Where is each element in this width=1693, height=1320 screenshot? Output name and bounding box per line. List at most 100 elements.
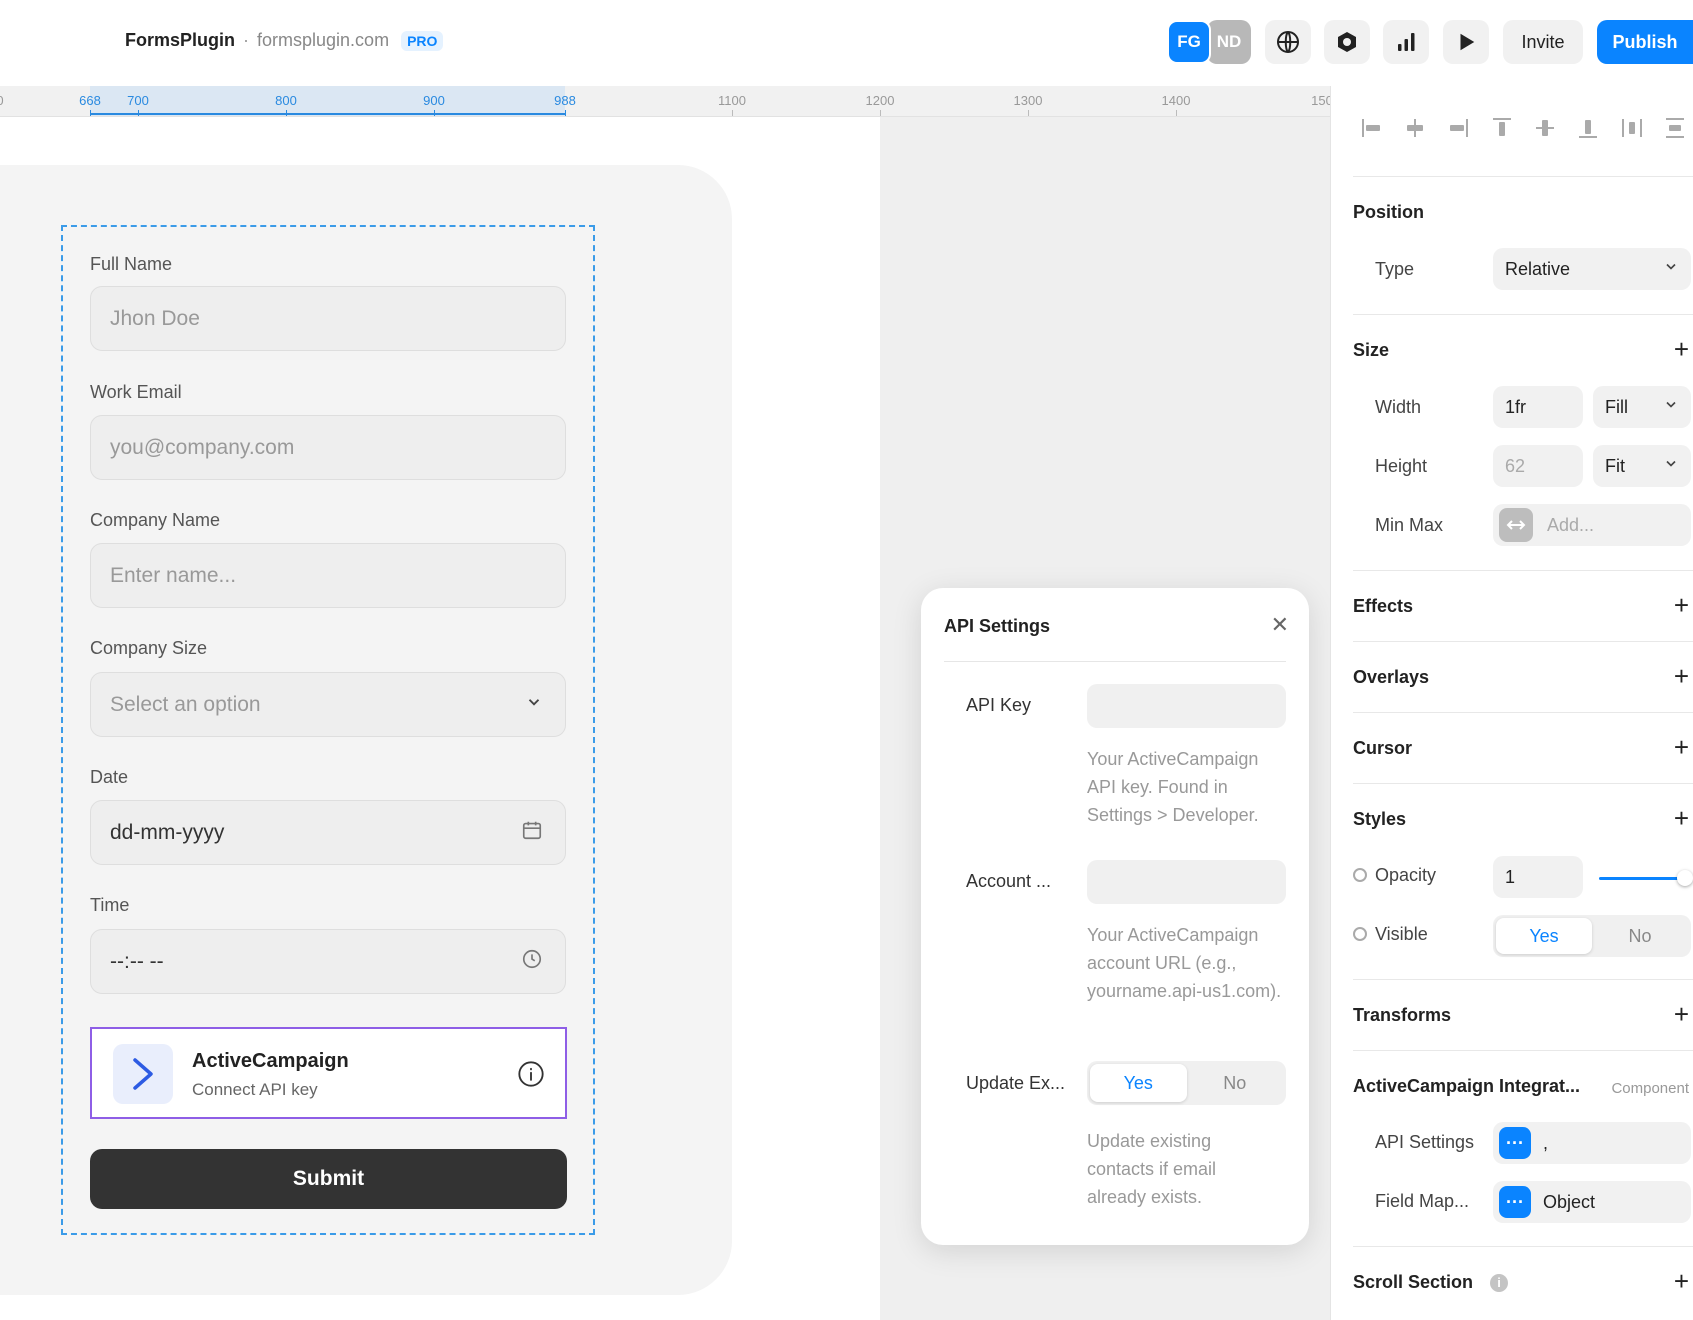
visible-label: Visible (1353, 924, 1428, 945)
info-icon[interactable]: i (1490, 1274, 1509, 1292)
styles-section-title: Styles (1353, 809, 1407, 829)
position-type-value: Relative (1505, 258, 1571, 279)
add-size-button[interactable]: + (1674, 336, 1689, 362)
publish-button[interactable]: Publish (1597, 20, 1693, 64)
divider (944, 661, 1286, 662)
time-label: Time (90, 895, 130, 915)
divider (1353, 570, 1693, 571)
opacity-slider-handle[interactable] (1677, 870, 1693, 886)
site-domain[interactable]: formsplugin.com (257, 30, 389, 51)
chevron-down-icon (1663, 259, 1679, 280)
update-no-option[interactable]: No (1187, 1064, 1284, 1102)
resize-horizontal-icon (1499, 508, 1533, 542)
company-size-value: Select an option (110, 692, 261, 716)
width-mode-value: Fill (1605, 396, 1628, 417)
avatar[interactable]: ND (1207, 20, 1251, 64)
popover-title: API Settings (944, 616, 1051, 636)
add-transform-button[interactable]: + (1674, 1001, 1689, 1027)
divider (1353, 1050, 1693, 1051)
preview-button[interactable] (1443, 20, 1489, 64)
add-style-button[interactable]: + (1674, 805, 1689, 831)
hexagon-button[interactable] (1324, 20, 1370, 64)
update-existing-label: Update Ex... (966, 1073, 1066, 1093)
update-existing-toggle[interactable]: Yes No (1087, 1061, 1286, 1105)
add-overlay-button[interactable]: + (1674, 663, 1689, 689)
ruler-tick: 1300 (1013, 93, 1043, 108)
info-icon[interactable] (517, 1060, 545, 1093)
activecampaign-integration[interactable]: ActiveCampaign Connect API key (90, 1027, 567, 1119)
more-options-icon[interactable]: ··· (1499, 1186, 1531, 1218)
analytics-button[interactable] (1383, 20, 1429, 64)
field-map-control[interactable]: ··· Object (1493, 1181, 1691, 1223)
align-center-vertical-icon[interactable] (1531, 114, 1559, 142)
top-bar: FormsPlugin · formsplugin.com PRO FG ND … (0, 0, 1693, 86)
remove-dot-icon[interactable] (1353, 927, 1367, 941)
align-top-icon[interactable] (1488, 114, 1516, 142)
position-type-select[interactable]: Relative (1493, 248, 1691, 290)
globe-icon (1277, 31, 1299, 53)
distribute-horizontal-icon[interactable] (1618, 114, 1646, 142)
api-settings-control[interactable]: ··· , (1493, 1122, 1691, 1164)
visible-no-option[interactable]: No (1592, 918, 1688, 954)
calendar-icon[interactable] (521, 819, 543, 847)
work-email-input[interactable]: you@company.com (90, 415, 566, 480)
opacity-slider[interactable] (1599, 864, 1693, 892)
account-url-input[interactable] (1087, 860, 1286, 904)
min-max-input[interactable]: Add... (1493, 504, 1691, 546)
submit-button[interactable]: Submit (90, 1149, 567, 1209)
height-mode-value: Fit (1605, 455, 1625, 476)
ruler-tick: 0 (0, 93, 4, 108)
ruler-tick-line (434, 110, 435, 116)
company-name-input[interactable]: Enter name... (90, 543, 566, 608)
add-scroll-section-button[interactable]: + (1674, 1268, 1689, 1294)
distribute-vertical-icon[interactable] (1661, 114, 1689, 142)
account-label: Account ... (966, 871, 1052, 891)
api-settings-label: API Settings (1375, 1132, 1475, 1152)
avatar[interactable]: FG (1167, 20, 1211, 64)
date-input[interactable]: dd-mm-yyyy (90, 800, 566, 865)
width-input[interactable]: 1fr (1493, 386, 1583, 428)
align-bottom-icon[interactable] (1574, 114, 1602, 142)
opacity-label: Opacity (1353, 865, 1436, 886)
height-input[interactable]: 62 (1493, 445, 1583, 487)
time-value: --:-- -- (110, 949, 164, 973)
align-center-horizontal-icon[interactable] (1401, 114, 1429, 142)
width-mode-select[interactable]: Fill (1593, 386, 1691, 428)
date-label: Date (90, 767, 129, 787)
visible-label-text: Visible (1375, 924, 1428, 944)
ruler-tick: 988 (554, 93, 576, 108)
scroll-section-title: Scroll Section i (1353, 1272, 1509, 1293)
height-mode-select[interactable]: Fit (1593, 445, 1691, 487)
brand: FormsPlugin · formsplugin.com PRO (125, 30, 444, 51)
company-size-select[interactable]: Select an option (90, 672, 566, 737)
ruler-tick-line (880, 110, 881, 116)
api-key-input[interactable] (1087, 684, 1286, 728)
opacity-input[interactable]: 1 (1493, 856, 1583, 898)
clock-icon[interactable] (521, 948, 543, 976)
align-right-icon[interactable] (1444, 114, 1472, 142)
align-left-icon[interactable] (1358, 114, 1386, 142)
component-tag: Component (1611, 1080, 1689, 1097)
ruler-tick-line (1176, 110, 1177, 116)
ruler-tick-line (565, 110, 566, 116)
remove-dot-icon[interactable] (1353, 868, 1367, 882)
visible-yes-option[interactable]: Yes (1496, 918, 1592, 954)
add-effect-button[interactable]: + (1674, 592, 1689, 618)
visible-toggle[interactable]: Yes No (1493, 915, 1691, 957)
integration-title: ActiveCampaign (192, 1050, 349, 1072)
company-name-label: Company Name (90, 510, 221, 530)
divider (1353, 712, 1693, 713)
collaborator-avatars[interactable]: FG ND (1167, 20, 1251, 64)
invite-button[interactable]: Invite (1503, 20, 1583, 64)
chevron-down-icon (525, 693, 543, 717)
globe-button[interactable] (1265, 20, 1311, 64)
update-yes-option[interactable]: Yes (1090, 1064, 1187, 1102)
add-cursor-button[interactable]: + (1674, 734, 1689, 760)
full-name-input[interactable]: Jhon Doe (90, 286, 566, 351)
more-options-icon[interactable]: ··· (1499, 1127, 1531, 1159)
horizontal-ruler: 0 668 700 800 900 988 1100 1200 1300 140… (0, 86, 1330, 117)
time-input[interactable]: --:-- -- (90, 929, 566, 994)
close-icon[interactable]: ✕ (1271, 612, 1289, 638)
size-section-title: Size (1353, 340, 1390, 360)
divider (1353, 1246, 1693, 1247)
